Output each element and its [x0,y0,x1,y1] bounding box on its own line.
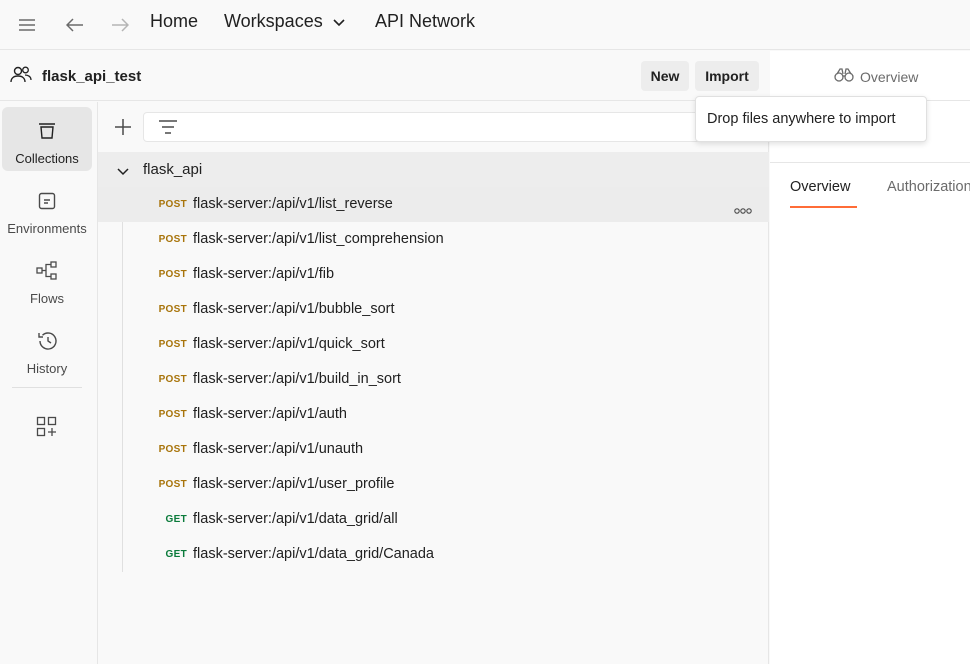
request-name: flask-server:/api/v1/list_reverse [193,196,393,212]
request-name: flask-server:/api/v1/list_comprehension [193,231,444,247]
request-name: flask-server:/api/v1/user_profile [193,476,395,492]
request-name: flask-server:/api/v1/data_grid/Canada [193,546,434,562]
request-item[interactable]: POST flask-server:/api/v1/user_profile [98,467,769,502]
request-name: flask-server:/api/v1/build_in_sort [193,371,401,387]
active-tab-indicator [790,206,857,208]
method-badge: GET [165,514,187,525]
sidebar-item-collections[interactable]: Collections [2,107,92,171]
left-sidebar: Collections Environments Flows History [0,102,98,664]
nav-workspaces-label: Workspaces [224,11,323,31]
right-pane-header: Overview [770,51,970,101]
import-tooltip: Drop files anywhere to import [695,96,927,142]
method-badge: POST [158,234,187,245]
more-options-icon[interactable] [734,201,752,219]
request-item[interactable]: GET flask-server:/api/v1/data_grid/Canad… [98,537,769,572]
sidebar-item-label: Collections [15,151,79,166]
menu-icon[interactable] [12,10,42,40]
request-item[interactable]: GET flask-server:/api/v1/data_grid/all [98,502,769,537]
collections-panel: flask_api POST flask-server:/api/v1/list… [98,102,769,664]
environments-icon [37,191,57,216]
history-icon [36,331,58,356]
sidebar-divider [12,387,82,388]
nav-workspaces[interactable]: Workspaces [224,11,345,31]
binoculars-icon [834,67,854,86]
method-badge: GET [165,549,187,560]
request-item[interactable]: POST flask-server:/api/v1/list_comprehen… [98,222,769,257]
method-badge: POST [158,444,187,455]
method-badge: POST [158,269,187,280]
request-name: flask-server:/api/v1/bubble_sort [193,301,395,317]
flows-icon [36,261,58,286]
chevron-down-icon[interactable] [117,163,129,181]
team-icon [10,65,32,90]
sidebar-item-label: Flows [30,291,64,306]
request-item[interactable]: POST flask-server:/api/v1/list_reverse [98,187,769,222]
back-arrow-icon[interactable] [60,10,90,40]
top-navigation-bar: Home Workspaces API Network [0,0,970,50]
right-pane: Overview Overview Authorization [770,51,970,664]
add-collection-icon[interactable] [111,115,135,139]
workspace-header: flask_api_test New Import [0,51,769,101]
request-name: flask-server:/api/v1/quick_sort [193,336,385,352]
collection-name: flask_api [143,161,203,178]
forward-arrow-icon[interactable] [105,10,135,40]
tab-overview[interactable]: Overview [790,179,850,195]
nav-api-network[interactable]: API Network [375,11,475,31]
sidebar-item-environments[interactable]: Environments [2,177,92,241]
request-name: flask-server:/api/v1/unauth [193,441,364,457]
overview-header[interactable]: Overview [834,67,918,86]
request-item[interactable]: POST flask-server:/api/v1/quick_sort [98,327,769,362]
request-item[interactable]: POST flask-server:/api/v1/build_in_sort [98,362,769,397]
method-badge: POST [158,374,187,385]
method-badge: POST [158,409,187,420]
method-badge: POST [158,339,187,350]
request-item[interactable]: POST flask-server:/api/v1/auth [98,397,769,432]
search-filter-box[interactable] [143,112,703,142]
chevron-down-icon [333,11,345,31]
nav-home[interactable]: Home [150,11,198,31]
request-item[interactable]: POST flask-server:/api/v1/bubble_sort [98,292,769,327]
method-badge: POST [158,479,187,490]
new-button[interactable]: New [641,61,689,91]
request-name: flask-server:/api/v1/fib [193,266,335,282]
method-badge: POST [158,304,187,315]
workspace-name[interactable]: flask_api_test [42,68,141,85]
import-button[interactable]: Import [695,61,759,91]
request-item[interactable]: POST flask-server:/api/v1/unauth [98,432,769,467]
sidebar-item-history[interactable]: History [2,317,92,381]
configure-workbench-icon[interactable] [36,416,58,443]
tab-authorization[interactable]: Authorization [887,179,970,195]
overview-header-label: Overview [860,68,919,85]
sidebar-item-label: History [26,361,68,376]
sidebar-item-label: Environments [7,221,87,236]
request-item[interactable]: POST flask-server:/api/v1/fib [98,257,769,292]
request-name: flask-server:/api/v1/data_grid/all [193,511,398,527]
collections-icon [37,121,57,146]
sidebar-item-flows[interactable]: Flows [2,247,92,311]
right-pane-divider [770,162,970,163]
request-name: flask-server:/api/v1/auth [193,406,347,422]
method-badge: POST [158,199,187,210]
collection-row[interactable]: flask_api [98,152,769,187]
filter-icon[interactable] [158,119,178,140]
